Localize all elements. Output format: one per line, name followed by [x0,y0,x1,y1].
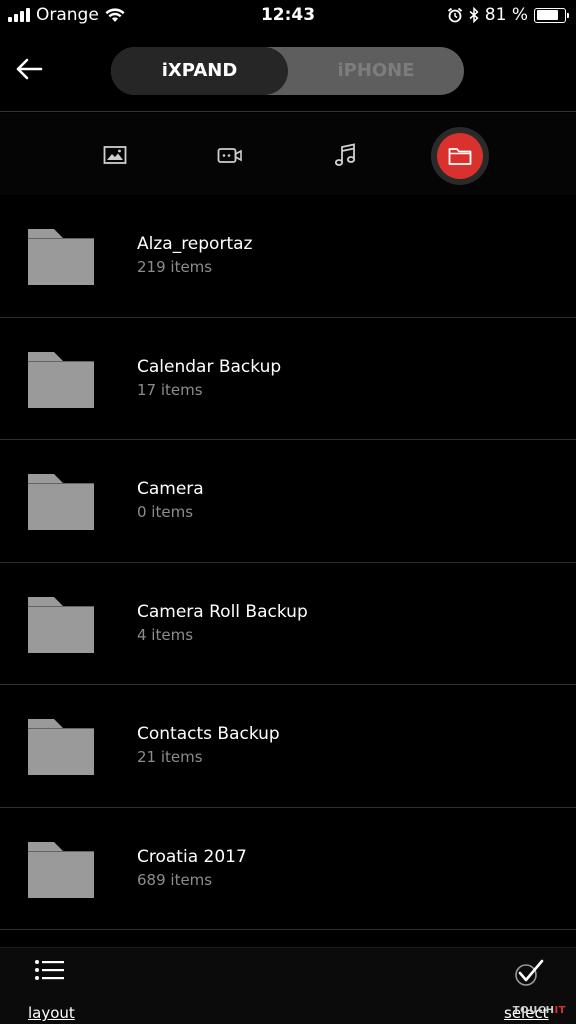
checkmark-circle-icon [515,959,544,986]
media-filter-bar [0,113,576,195]
folder-icon [448,148,472,165]
status-right: 81 % [447,5,569,25]
folder-item-count: 17 items [137,380,203,399]
status-bar: Orange 12:43 81 % [0,0,576,30]
bottom-toolbar: layout select TOUCHIT [0,947,576,1024]
folder-list: Alza_reportaz 219 items Calendar Backup … [0,195,576,930]
folder-name: Camera Roll Backup [137,601,308,622]
folder-item-count: 21 items [137,748,203,766]
tab-iphone[interactable]: iPHONE [288,47,464,95]
list-item[interactable]: Calendar Backup 17 items [0,318,576,440]
bluetooth-icon [469,7,479,23]
filter-folders-highlight [437,133,483,179]
alarm-icon [447,7,462,23]
list-icon [35,960,64,980]
image-icon [103,146,127,164]
list-item[interactable]: Camera Roll Backup 4 items [0,563,576,685]
folder-icon [28,351,94,408]
video-icon [217,148,242,163]
header: iXPAND iPHONE [0,30,576,112]
folder-item-count: 219 items [137,258,213,276]
folder-icon [28,719,94,775]
watermark-accent: IT [554,1005,566,1016]
filter-photos-button[interactable] [95,135,135,175]
layout-button[interactable]: layout [26,956,76,1022]
folder-name: Croatia 2017 [137,846,247,867]
battery-percent: 81 % [484,5,528,25]
layout-label: layout [28,1004,75,1022]
battery-icon [534,7,569,23]
folder-name: Calendar Backup [137,356,282,377]
folder-icon [28,841,94,898]
list-item[interactable]: Contacts Backup 21 items [0,685,576,808]
tab-ixpand[interactable]: iXPAND [111,47,288,95]
folder-name: Alza_reportaz [137,234,253,254]
folder-item-count: 689 items [137,870,213,889]
folder-icon [28,474,94,530]
battery-level [536,10,559,20]
list-item[interactable]: Alza_reportaz 219 items [0,195,576,318]
source-segmented-control: iXPAND iPHONE [111,47,464,95]
back-button[interactable] [14,54,46,84]
filter-music-button[interactable] [325,135,365,175]
filter-folders-button[interactable] [431,127,489,185]
list-item[interactable]: Camera 0 items [0,440,576,563]
watermark-text: TOUCH [512,1005,555,1016]
watermark-logo: TOUCHIT [513,1005,566,1016]
folder-name: Camera [137,479,204,499]
filter-videos-button[interactable] [210,135,250,175]
folder-item-count: 4 items [137,625,194,644]
folder-icon [28,229,94,285]
folder-item-count: 0 items [137,503,194,521]
arrow-left-icon [16,58,43,80]
music-icon [334,143,356,166]
folder-icon [28,596,94,653]
folder-name: Contacts Backup [137,724,280,744]
list-item[interactable]: Croatia 2017 689 items [0,808,576,930]
